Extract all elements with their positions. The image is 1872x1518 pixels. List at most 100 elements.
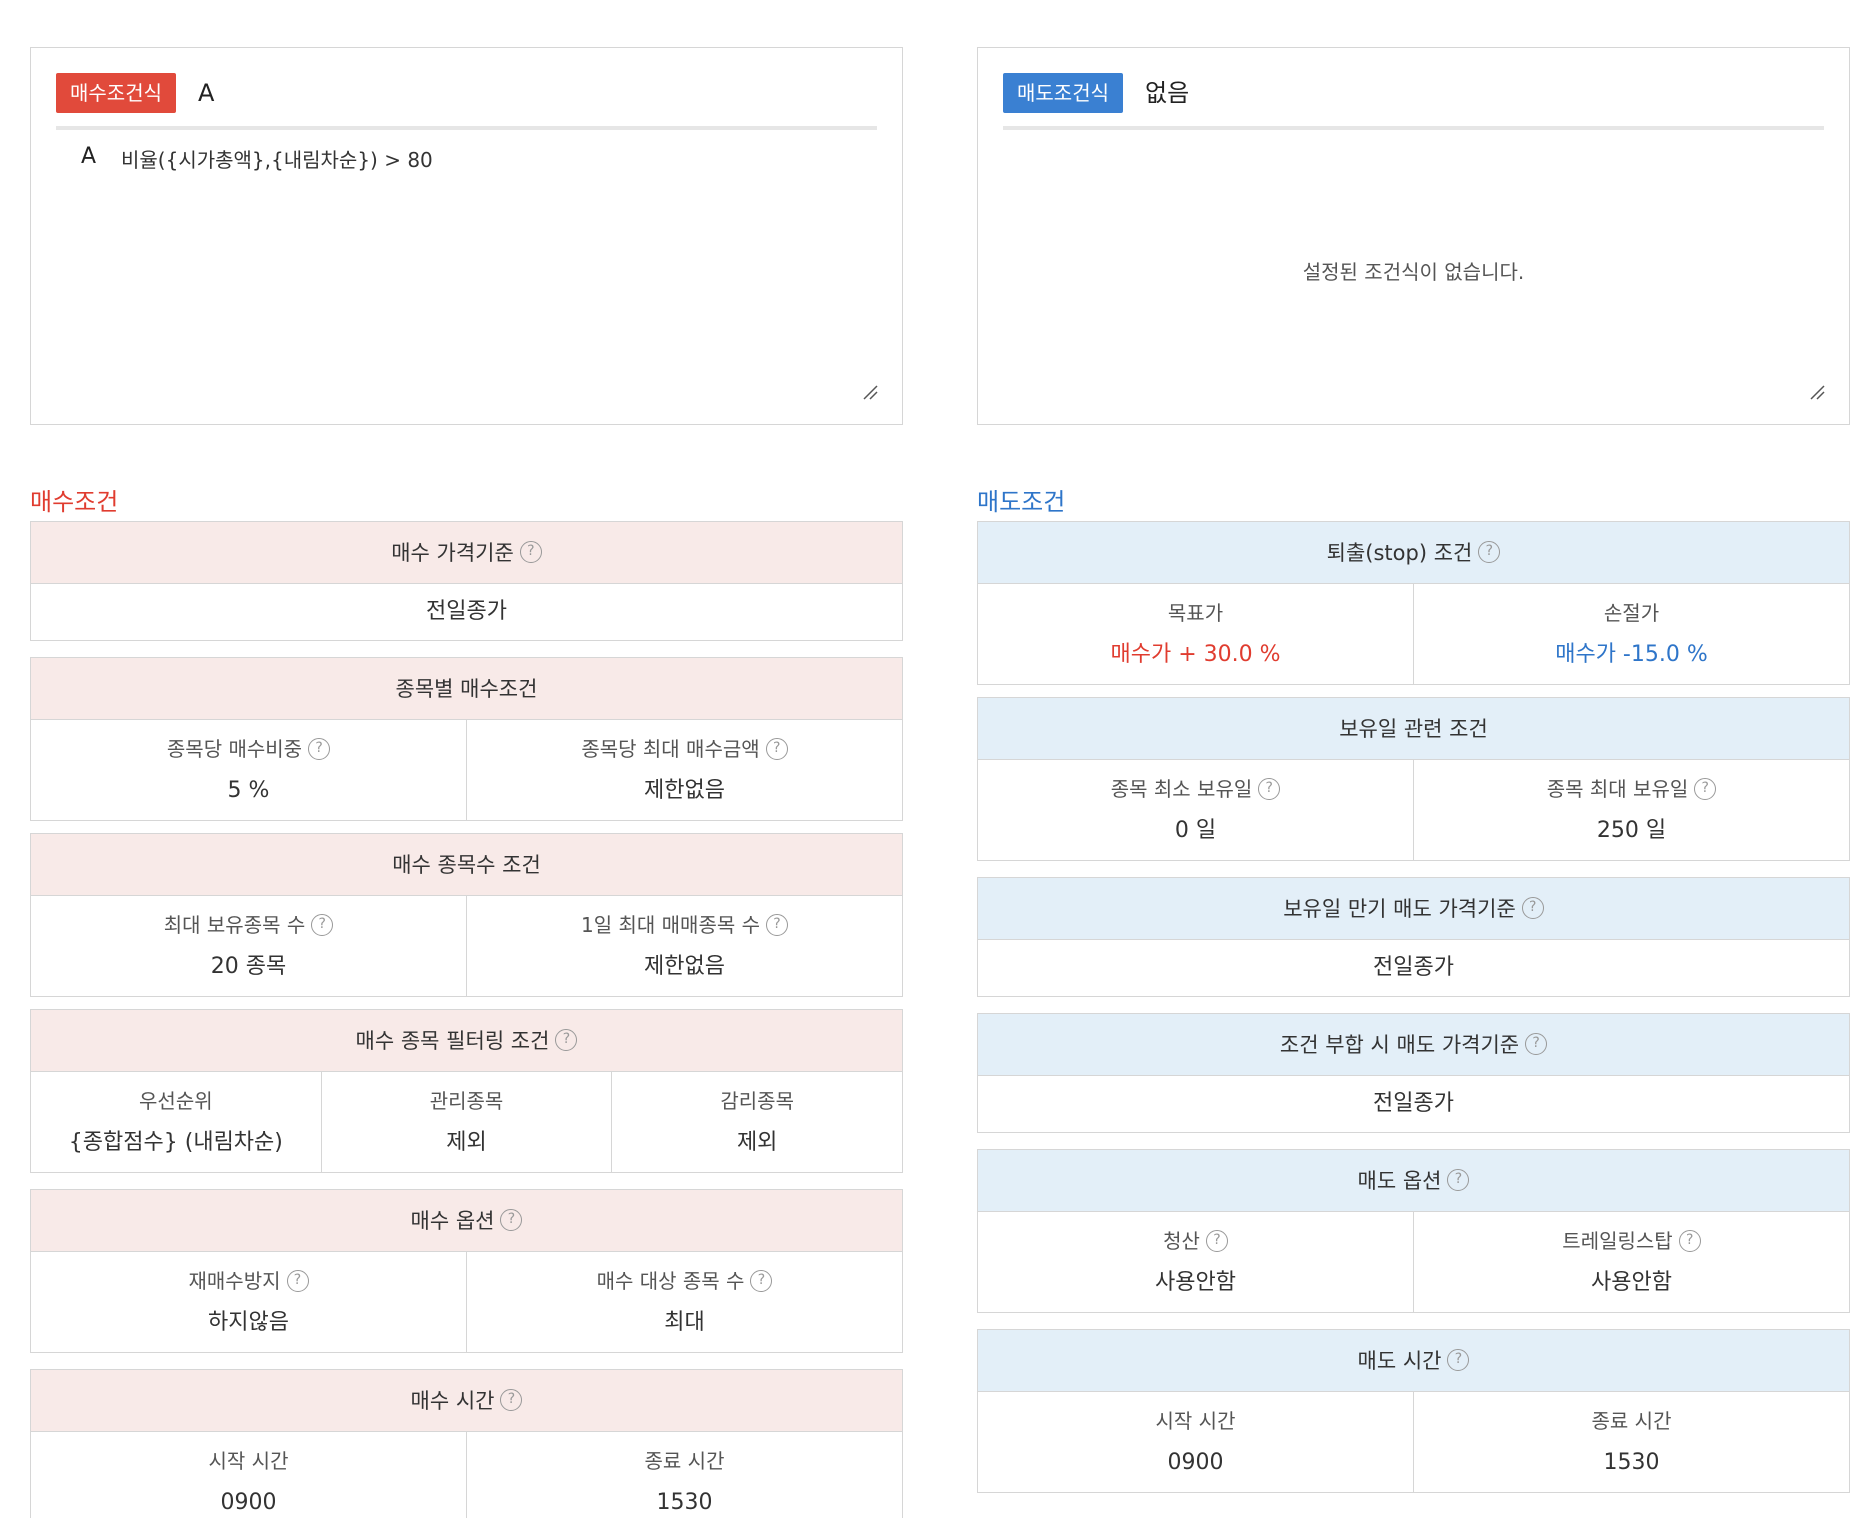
- buy-start-time-value: 0900: [220, 1490, 277, 1515]
- sell-time-header: 매도 시간?: [978, 1330, 1849, 1392]
- sell-start-time-cell: 시작 시간 0900: [978, 1392, 1413, 1492]
- buy-priority-value: {종합점수} (내림차순): [68, 1130, 283, 1155]
- buy-time-panel: 매수 시간? 시작 시간 0900 종료 시간 1530: [30, 1369, 903, 1518]
- buy-price-basis-value: 전일종가: [426, 599, 507, 624]
- sell-end-time-value: 1530: [1603, 1450, 1660, 1475]
- help-question-icon[interactable]: ?: [555, 1029, 578, 1051]
- buy-daily-max-cell: 1일 최대 매매종목 수? 제한없음: [466, 896, 902, 996]
- resize-handle-icon[interactable]: [862, 384, 878, 400]
- help-question-icon[interactable]: ?: [1478, 541, 1501, 563]
- buy-formula-tag: 매수조건식: [56, 73, 176, 113]
- buy-count-panel: 매수 종목수 조건 최대 보유종목 수? 20 종목 1일 최대 매매종목 수?…: [30, 833, 903, 997]
- help-question-icon[interactable]: ?: [1447, 1349, 1470, 1371]
- help-question-icon[interactable]: ?: [1525, 1033, 1548, 1055]
- sell-min-holding-value: 0 일: [1174, 818, 1217, 843]
- buy-daily-max-value: 제한없음: [644, 954, 725, 979]
- buy-start-time-cell: 시작 시간 0900: [31, 1432, 466, 1518]
- buy-end-time-value: 1530: [656, 1490, 713, 1515]
- buy-admin-stock-value: 제외: [446, 1130, 487, 1155]
- help-question-icon[interactable]: ?: [765, 737, 788, 760]
- sell-formula-tag: 매도조건식: [1003, 73, 1123, 113]
- sell-end-time-cell: 종료 시간 1530: [1413, 1392, 1849, 1492]
- buy-weight-value: 5 %: [227, 778, 270, 803]
- buy-priority-cell: 우선순위 {종합점수} (내림차순): [31, 1072, 321, 1172]
- help-question-icon[interactable]: ?: [311, 913, 334, 936]
- help-question-icon[interactable]: ?: [1258, 777, 1281, 800]
- buy-options-panel: 매수 옵션? 재매수방지? 하지않음 매수 대상 종목 수? 최대: [30, 1189, 903, 1353]
- buy-price-basis-panel: 매수 가격기준? 전일종가: [30, 521, 903, 641]
- help-question-icon[interactable]: ?: [286, 1269, 309, 1292]
- buy-formula-box[interactable]: 매수조건식 A A 비율({시가총액},{내림차순}) > 80: [30, 47, 903, 425]
- sell-time-panel: 매도 시간? 시작 시간 0900 종료 시간 1530: [977, 1329, 1850, 1493]
- help-question-icon[interactable]: ?: [1205, 1229, 1228, 1252]
- sell-options-panel: 매도 옵션? 청산? 사용안함 트레일링스탑? 사용안함: [977, 1149, 1850, 1313]
- help-question-icon[interactable]: ?: [766, 913, 788, 936]
- buy-formula-name: A: [198, 79, 215, 107]
- help-question-icon[interactable]: ?: [1447, 1169, 1470, 1191]
- sell-match-price-header: 조건 부합 시 매도 가격기준?: [978, 1014, 1849, 1076]
- help-question-icon[interactable]: ?: [750, 1269, 773, 1292]
- sell-expiry-price-panel: 보유일 만기 매도 가격기준? 전일종가: [977, 877, 1850, 997]
- buy-rebuy-value: 하지않음: [208, 1310, 289, 1335]
- sell-formula-empty-text: 설정된 조건식이 없습니다.: [1302, 260, 1525, 284]
- help-question-icon[interactable]: ?: [308, 737, 331, 760]
- sell-formula-box[interactable]: 매도조건식 없음 설정된 조건식이 없습니다.: [977, 47, 1850, 425]
- sell-min-holding-cell: 종목 최소 보유일? 0 일: [978, 760, 1413, 860]
- sell-liquidation-cell: 청산? 사용안함: [978, 1212, 1413, 1312]
- buy-formula-header: 매수조건식 A: [56, 73, 877, 130]
- sell-section-title: 매도조건: [977, 488, 1066, 516]
- buy-audit-stock-value: 제외: [736, 1130, 778, 1155]
- buy-options-header: 매수 옵션?: [31, 1190, 902, 1252]
- sell-expiry-price-value: 전일종가: [1373, 955, 1454, 980]
- buy-section-title: 매수조건: [30, 488, 119, 516]
- buy-time-header: 매수 시간?: [31, 1370, 902, 1432]
- sell-start-time-value: 0900: [1167, 1450, 1224, 1475]
- sell-stop-panel: 퇴출(stop) 조건? 목표가 매수가 + 30.0 % 손절가 매수가 -1…: [977, 521, 1850, 685]
- sell-stop-header: 퇴출(stop) 조건?: [978, 522, 1849, 584]
- buy-count-header: 매수 종목수 조건: [31, 834, 902, 896]
- sell-options-header: 매도 옵션?: [978, 1150, 1849, 1212]
- sell-target-price-cell: 목표가 매수가 + 30.0 %: [978, 584, 1413, 684]
- buy-formula-row-expr: 비율({시가총액},{내림차순}) > 80: [121, 148, 433, 172]
- buy-weight-cell: 종목당 매수비중? 5 %: [31, 720, 466, 820]
- buy-max-holdings-value: 20 종목: [210, 954, 287, 979]
- buy-filter-header: 매수 종목 필터링 조건?: [31, 1010, 902, 1072]
- sell-formula-header: 매도조건식 없음: [1003, 73, 1824, 130]
- help-question-icon[interactable]: ?: [519, 541, 542, 563]
- sell-max-holding-cell: 종목 최대 보유일? 250 일: [1413, 760, 1849, 860]
- buy-formula-row: A 비율({시가총액},{내림차순}) > 80: [81, 144, 433, 173]
- help-question-icon[interactable]: ?: [1521, 897, 1544, 919]
- sell-stop-loss-cell: 손절가 매수가 -15.0 %: [1413, 584, 1849, 684]
- sell-holding-panel: 보유일 관련 조건 종목 최소 보유일? 0 일 종목 최대 보유일? 250 …: [977, 697, 1850, 861]
- buy-filter-panel: 매수 종목 필터링 조건? 우선순위 {종합점수} (내림차순) 관리종목 제외…: [30, 1009, 903, 1173]
- sell-holding-header: 보유일 관련 조건: [978, 698, 1849, 760]
- buy-admin-stock-cell: 관리종목 제외: [320, 1072, 612, 1172]
- buy-per-stock-header: 종목별 매수조건: [31, 658, 902, 720]
- help-question-icon[interactable]: ?: [500, 1209, 523, 1231]
- buy-end-time-cell: 종료 시간 1530: [466, 1432, 902, 1518]
- sell-max-holding-value: 250 일: [1596, 818, 1667, 843]
- sell-trailing-stop-cell: 트레일링스탑? 사용안함: [1413, 1212, 1849, 1312]
- sell-liquidation-value: 사용안함: [1155, 1270, 1236, 1295]
- sell-stop-loss-value: 매수가 -15.0 %: [1555, 642, 1708, 667]
- sell-match-price-panel: 조건 부합 시 매도 가격기준? 전일종가: [977, 1013, 1850, 1133]
- sell-expiry-price-header: 보유일 만기 매도 가격기준?: [978, 878, 1849, 940]
- buy-max-holdings-cell: 최대 보유종목 수? 20 종목: [31, 896, 466, 996]
- help-question-icon[interactable]: ?: [500, 1389, 523, 1411]
- buy-rebuy-cell: 재매수방지? 하지않음: [31, 1252, 466, 1352]
- help-question-icon[interactable]: ?: [1678, 1229, 1701, 1252]
- buy-price-basis-header: 매수 가격기준?: [31, 522, 902, 584]
- resize-handle-icon[interactable]: [1809, 384, 1825, 400]
- sell-match-price-value: 전일종가: [1373, 1091, 1454, 1116]
- buy-target-count-cell: 매수 대상 종목 수? 최대: [466, 1252, 902, 1352]
- buy-audit-stock-cell: 감리종목 제외: [611, 1072, 902, 1172]
- buy-formula-row-id: A: [81, 144, 97, 169]
- help-question-icon[interactable]: ?: [1694, 777, 1717, 800]
- sell-trailing-stop-value: 사용안함: [1591, 1270, 1672, 1295]
- sell-formula-name: 없음: [1145, 79, 1190, 107]
- sell-target-price-value: 매수가 + 30.0 %: [1110, 642, 1281, 667]
- buy-target-count-value: 최대: [664, 1310, 705, 1335]
- buy-max-amount-value: 제한없음: [644, 778, 725, 803]
- buy-per-stock-panel: 종목별 매수조건 종목당 매수비중? 5 % 종목당 최대 매수금액? 제한없음: [30, 657, 903, 821]
- buy-max-amount-cell: 종목당 최대 매수금액? 제한없음: [466, 720, 902, 820]
